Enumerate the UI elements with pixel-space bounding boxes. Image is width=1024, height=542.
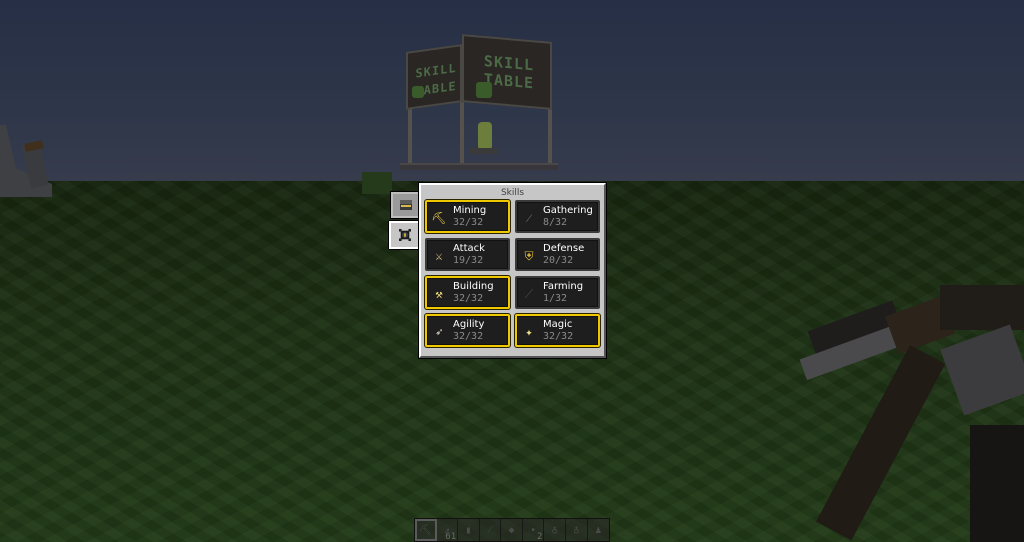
- hotbar-slot-9[interactable]: ♟: [588, 519, 610, 541]
- skills-grid: ⛏ Mining 32/32 ⁄ Gathering 8/32 ⚔ Attack…: [425, 200, 601, 347]
- sword-icon: ⚔: [435, 249, 443, 263]
- tower-pole: [460, 100, 464, 166]
- window-title: Skills: [500, 188, 525, 198]
- skill-name: Attack: [453, 243, 485, 254]
- sign-right: SKILL TABLE: [462, 34, 552, 110]
- pickaxe-icon: ⛏: [431, 211, 447, 225]
- skill-level: 20/32: [543, 255, 574, 266]
- pickaxe-icon: ⛏: [418, 524, 432, 536]
- hammer-icon: ⚒: [435, 287, 443, 301]
- skill-level: 1/32: [543, 293, 568, 304]
- skill-name: Farming: [543, 281, 584, 292]
- clover-decoration: [412, 86, 424, 98]
- skill-level: 32/32: [453, 293, 484, 304]
- emerald-icon: ◆: [508, 524, 515, 536]
- tab-books[interactable]: [390, 191, 420, 219]
- book-icon: [400, 200, 412, 210]
- hotbar-slot-4[interactable]: ⁄: [480, 519, 502, 541]
- skill-defense[interactable]: ⛨ Defense 20/32: [515, 238, 600, 271]
- skill-mining[interactable]: ⛏ Mining 32/32: [425, 200, 510, 233]
- pickaxe-handle: [816, 345, 946, 541]
- chestplate-icon: ⛨: [524, 249, 534, 263]
- bottle-icon: ♟: [595, 524, 602, 536]
- skill-level: 32/32: [453, 331, 484, 342]
- hoe-icon: ⟋: [524, 287, 534, 301]
- pickaxe-blade: [940, 324, 1024, 416]
- potion-icon: ♁: [573, 524, 580, 536]
- pickaxe-top: [940, 285, 1024, 330]
- magic-star-icon: ✦: [525, 325, 533, 339]
- skill-gathering[interactable]: ⁄ Gathering 8/32: [515, 200, 600, 233]
- tab-skills[interactable]: [389, 221, 419, 249]
- tower-pole: [408, 100, 412, 166]
- bars-icon: ▮: [465, 524, 472, 536]
- skill-level: 32/32: [453, 217, 484, 228]
- sign-left: SKILL TABLE: [406, 44, 462, 110]
- sword-icon: ⁄: [489, 524, 491, 536]
- held-pickaxe: [790, 285, 1024, 542]
- skill-farming[interactable]: ⟋ Farming 1/32: [515, 276, 600, 309]
- hotbar-slot-5[interactable]: ◆: [501, 519, 523, 541]
- hotbar: ⛏ ↗ 61 ▮ ⁄ ◆ • 2 ♁ ♁ ♟: [414, 518, 610, 542]
- skill-level: 8/32: [543, 217, 568, 228]
- axe-icon: ⁄: [527, 211, 530, 225]
- hotbar-slot-7[interactable]: ♁: [544, 519, 566, 541]
- hotbar-slot-2[interactable]: ↗ 61: [437, 519, 459, 542]
- hotbar-slot-6[interactable]: • 2: [523, 519, 545, 542]
- skill-name: Magic: [543, 319, 573, 330]
- item-count: 2: [536, 532, 543, 542]
- skill-name: Defense: [543, 243, 585, 254]
- plant: [478, 122, 492, 150]
- item-count: 61: [445, 532, 457, 542]
- skill-level: 32/32: [543, 331, 574, 342]
- skill-table-structure: SKILL TABLE SKILL TABLE: [400, 30, 560, 180]
- skill-badge-icon: [399, 229, 411, 241]
- tower-floor: [400, 163, 558, 170]
- pickaxe-handle-lower: [970, 425, 1024, 542]
- skill-attack[interactable]: ⚔ Attack 19/32: [425, 238, 510, 271]
- skill-magic[interactable]: ✦ Magic 32/32: [515, 314, 600, 347]
- hotbar-slot-3[interactable]: ▮: [458, 519, 480, 541]
- skill-level: 19/32: [453, 255, 484, 266]
- seeds-icon: •: [530, 524, 537, 536]
- skill-name: Agility: [453, 319, 485, 330]
- skill-name: Building: [453, 281, 494, 292]
- skill-building[interactable]: ⚒ Building 32/32: [425, 276, 510, 309]
- clover-decoration: [476, 82, 492, 98]
- skill-name: Mining: [453, 205, 487, 216]
- hotbar-slot-1[interactable]: ⛏: [415, 519, 437, 541]
- potion-icon: ♁: [551, 524, 558, 536]
- skill-table-block: [470, 148, 498, 154]
- skill-name: Gathering: [543, 205, 593, 216]
- skill-agility[interactable]: ➶ Agility 32/32: [425, 314, 510, 347]
- feather-boot-icon: ➶: [435, 325, 443, 339]
- hotbar-slot-8[interactable]: ♁: [566, 519, 588, 541]
- leaf-block: [362, 172, 392, 194]
